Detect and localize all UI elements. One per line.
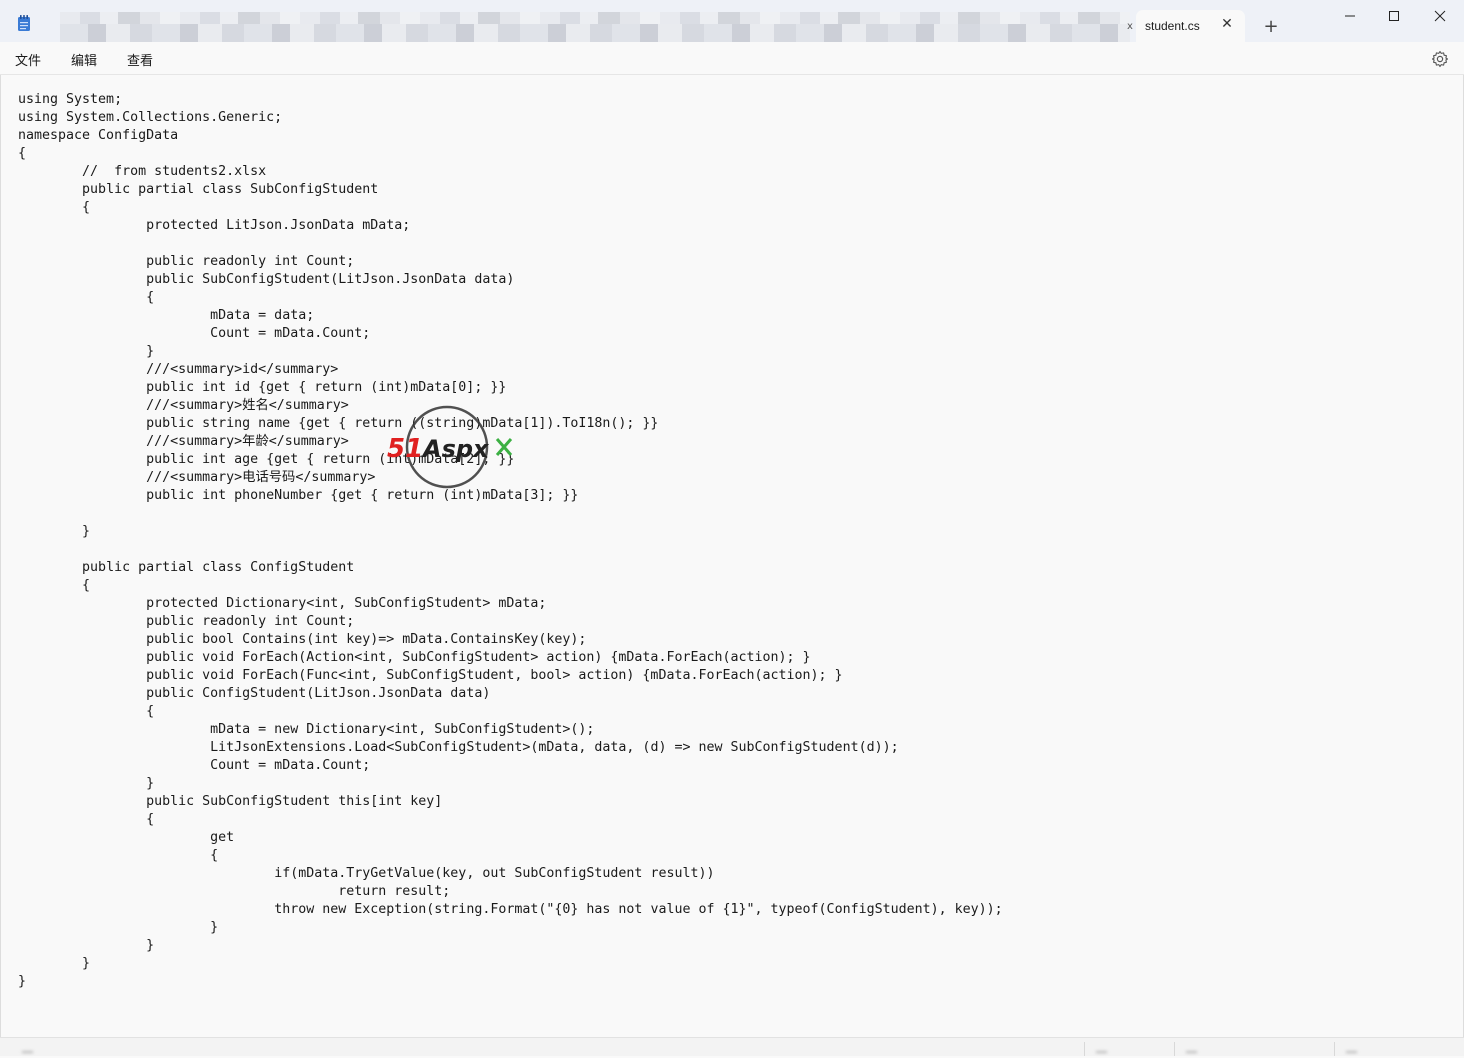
menu-view[interactable]: 查看 <box>127 50 153 69</box>
gear-icon[interactable] <box>1431 50 1449 68</box>
editor-content[interactable]: using System; using System.Collections.G… <box>18 91 1003 991</box>
text-editor[interactable]: using System; using System.Collections.G… <box>0 75 1464 1037</box>
notepad-icon <box>18 15 30 31</box>
line-ending[interactable]: — <box>1186 1046 1197 1058</box>
menu-bar: 文件 编辑 查看 <box>0 42 1464 75</box>
cursor-position: — <box>22 1046 33 1058</box>
encoding[interactable]: — <box>1346 1046 1357 1058</box>
tab-label: student.cs <box>1145 19 1200 33</box>
maximize-button[interactable] <box>1371 4 1417 28</box>
tab-close-icon[interactable]: ✕ <box>1218 15 1236 33</box>
new-tab-button[interactable]: + <box>1259 15 1283 39</box>
obscured-tab-close-icon[interactable]: x <box>1127 21 1133 32</box>
status-divider <box>1084 1042 1085 1056</box>
minimize-icon <box>1345 15 1355 17</box>
menu-edit[interactable]: 编辑 <box>71 50 97 69</box>
tab-student-cs[interactable]: student.cs ✕ <box>1136 10 1245 42</box>
maximize-icon <box>1389 11 1399 21</box>
obscured-tabs[interactable] <box>60 12 1130 42</box>
status-bar: — — — — <box>0 1037 1464 1058</box>
close-icon <box>1434 10 1446 22</box>
status-divider <box>1334 1042 1335 1056</box>
minimize-button[interactable] <box>1327 4 1373 28</box>
zoom-level[interactable]: — <box>1096 1046 1107 1058</box>
close-window-button[interactable] <box>1417 4 1463 28</box>
title-bar: x student.cs ✕ + <box>0 0 1464 42</box>
status-divider <box>1174 1042 1175 1056</box>
menu-file[interactable]: 文件 <box>15 50 41 69</box>
